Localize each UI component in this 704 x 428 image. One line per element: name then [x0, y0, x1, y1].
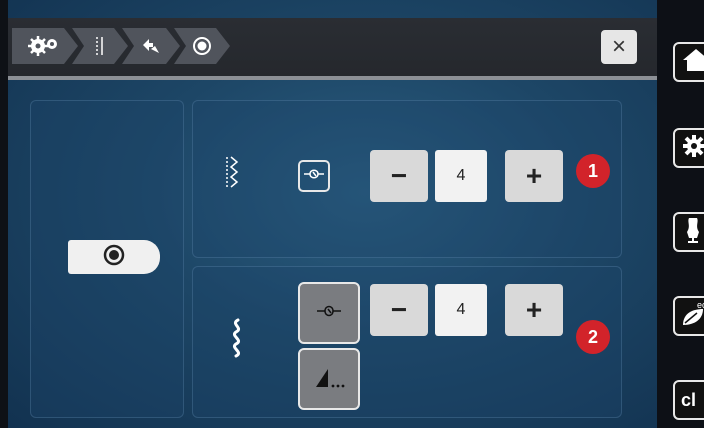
title-bar: ×: [8, 18, 657, 80]
tapering-button[interactable]: [298, 348, 360, 410]
gear-icon: [681, 133, 704, 164]
eco-label: ec: [697, 300, 704, 310]
needle-arrow-icon: [141, 37, 161, 55]
tie-off-button-upper[interactable]: [298, 160, 330, 192]
tapering-button-inner: [301, 351, 357, 407]
tie-off-button-lower[interactable]: [298, 282, 360, 344]
dress-form-icon: [681, 216, 704, 249]
tie-count-value-upper: 4: [435, 150, 487, 202]
tie-off-button-lower-inner: [301, 285, 357, 341]
increase-button-lower[interactable]: +: [505, 284, 563, 336]
securing-knot-icon: [303, 167, 325, 185]
close-button[interactable]: ×: [601, 30, 637, 64]
clear-icon: cl: [681, 389, 697, 410]
stitch-length-icon: [93, 35, 107, 57]
securing-knot-icon: [316, 304, 342, 323]
clear-button[interactable]: cl: [673, 380, 704, 420]
right-sidebar: ec cl: [657, 0, 704, 428]
decrease-button-upper[interactable]: −: [370, 150, 428, 202]
gears-icon: [28, 35, 62, 57]
eco-button[interactable]: ec: [673, 296, 704, 336]
breadcrumb-needle[interactable]: [122, 28, 180, 64]
breadcrumb-stitch[interactable]: [72, 28, 128, 64]
callout-badge-2: 2: [576, 320, 610, 354]
eco-leaf-icon: ec: [681, 300, 704, 329]
screen-frame: [0, 0, 8, 428]
home-icon: [681, 47, 704, 78]
wave-stitch-icon: [230, 318, 244, 363]
increase-button-upper[interactable]: +: [505, 150, 563, 202]
breadcrumb: [12, 28, 224, 64]
target-icon: [192, 36, 212, 56]
settings-button[interactable]: [673, 128, 704, 168]
home-button[interactable]: [673, 42, 704, 82]
callout-badge-1: 1: [576, 154, 610, 188]
breadcrumb-securing[interactable]: [174, 28, 230, 64]
main-area: × − 4 + 1 − 4 + 2: [8, 0, 657, 428]
tutorial-button[interactable]: [673, 212, 704, 252]
securing-toggle[interactable]: [68, 240, 160, 274]
tie-count-value-lower: 4: [435, 284, 487, 336]
straight-zigzag-stitch-icon: [223, 155, 241, 196]
decrease-button-lower[interactable]: −: [370, 284, 428, 336]
breadcrumb-settings[interactable]: [12, 28, 78, 64]
triangle-dots-icon: [312, 365, 346, 394]
circle-target-icon: [103, 244, 125, 271]
